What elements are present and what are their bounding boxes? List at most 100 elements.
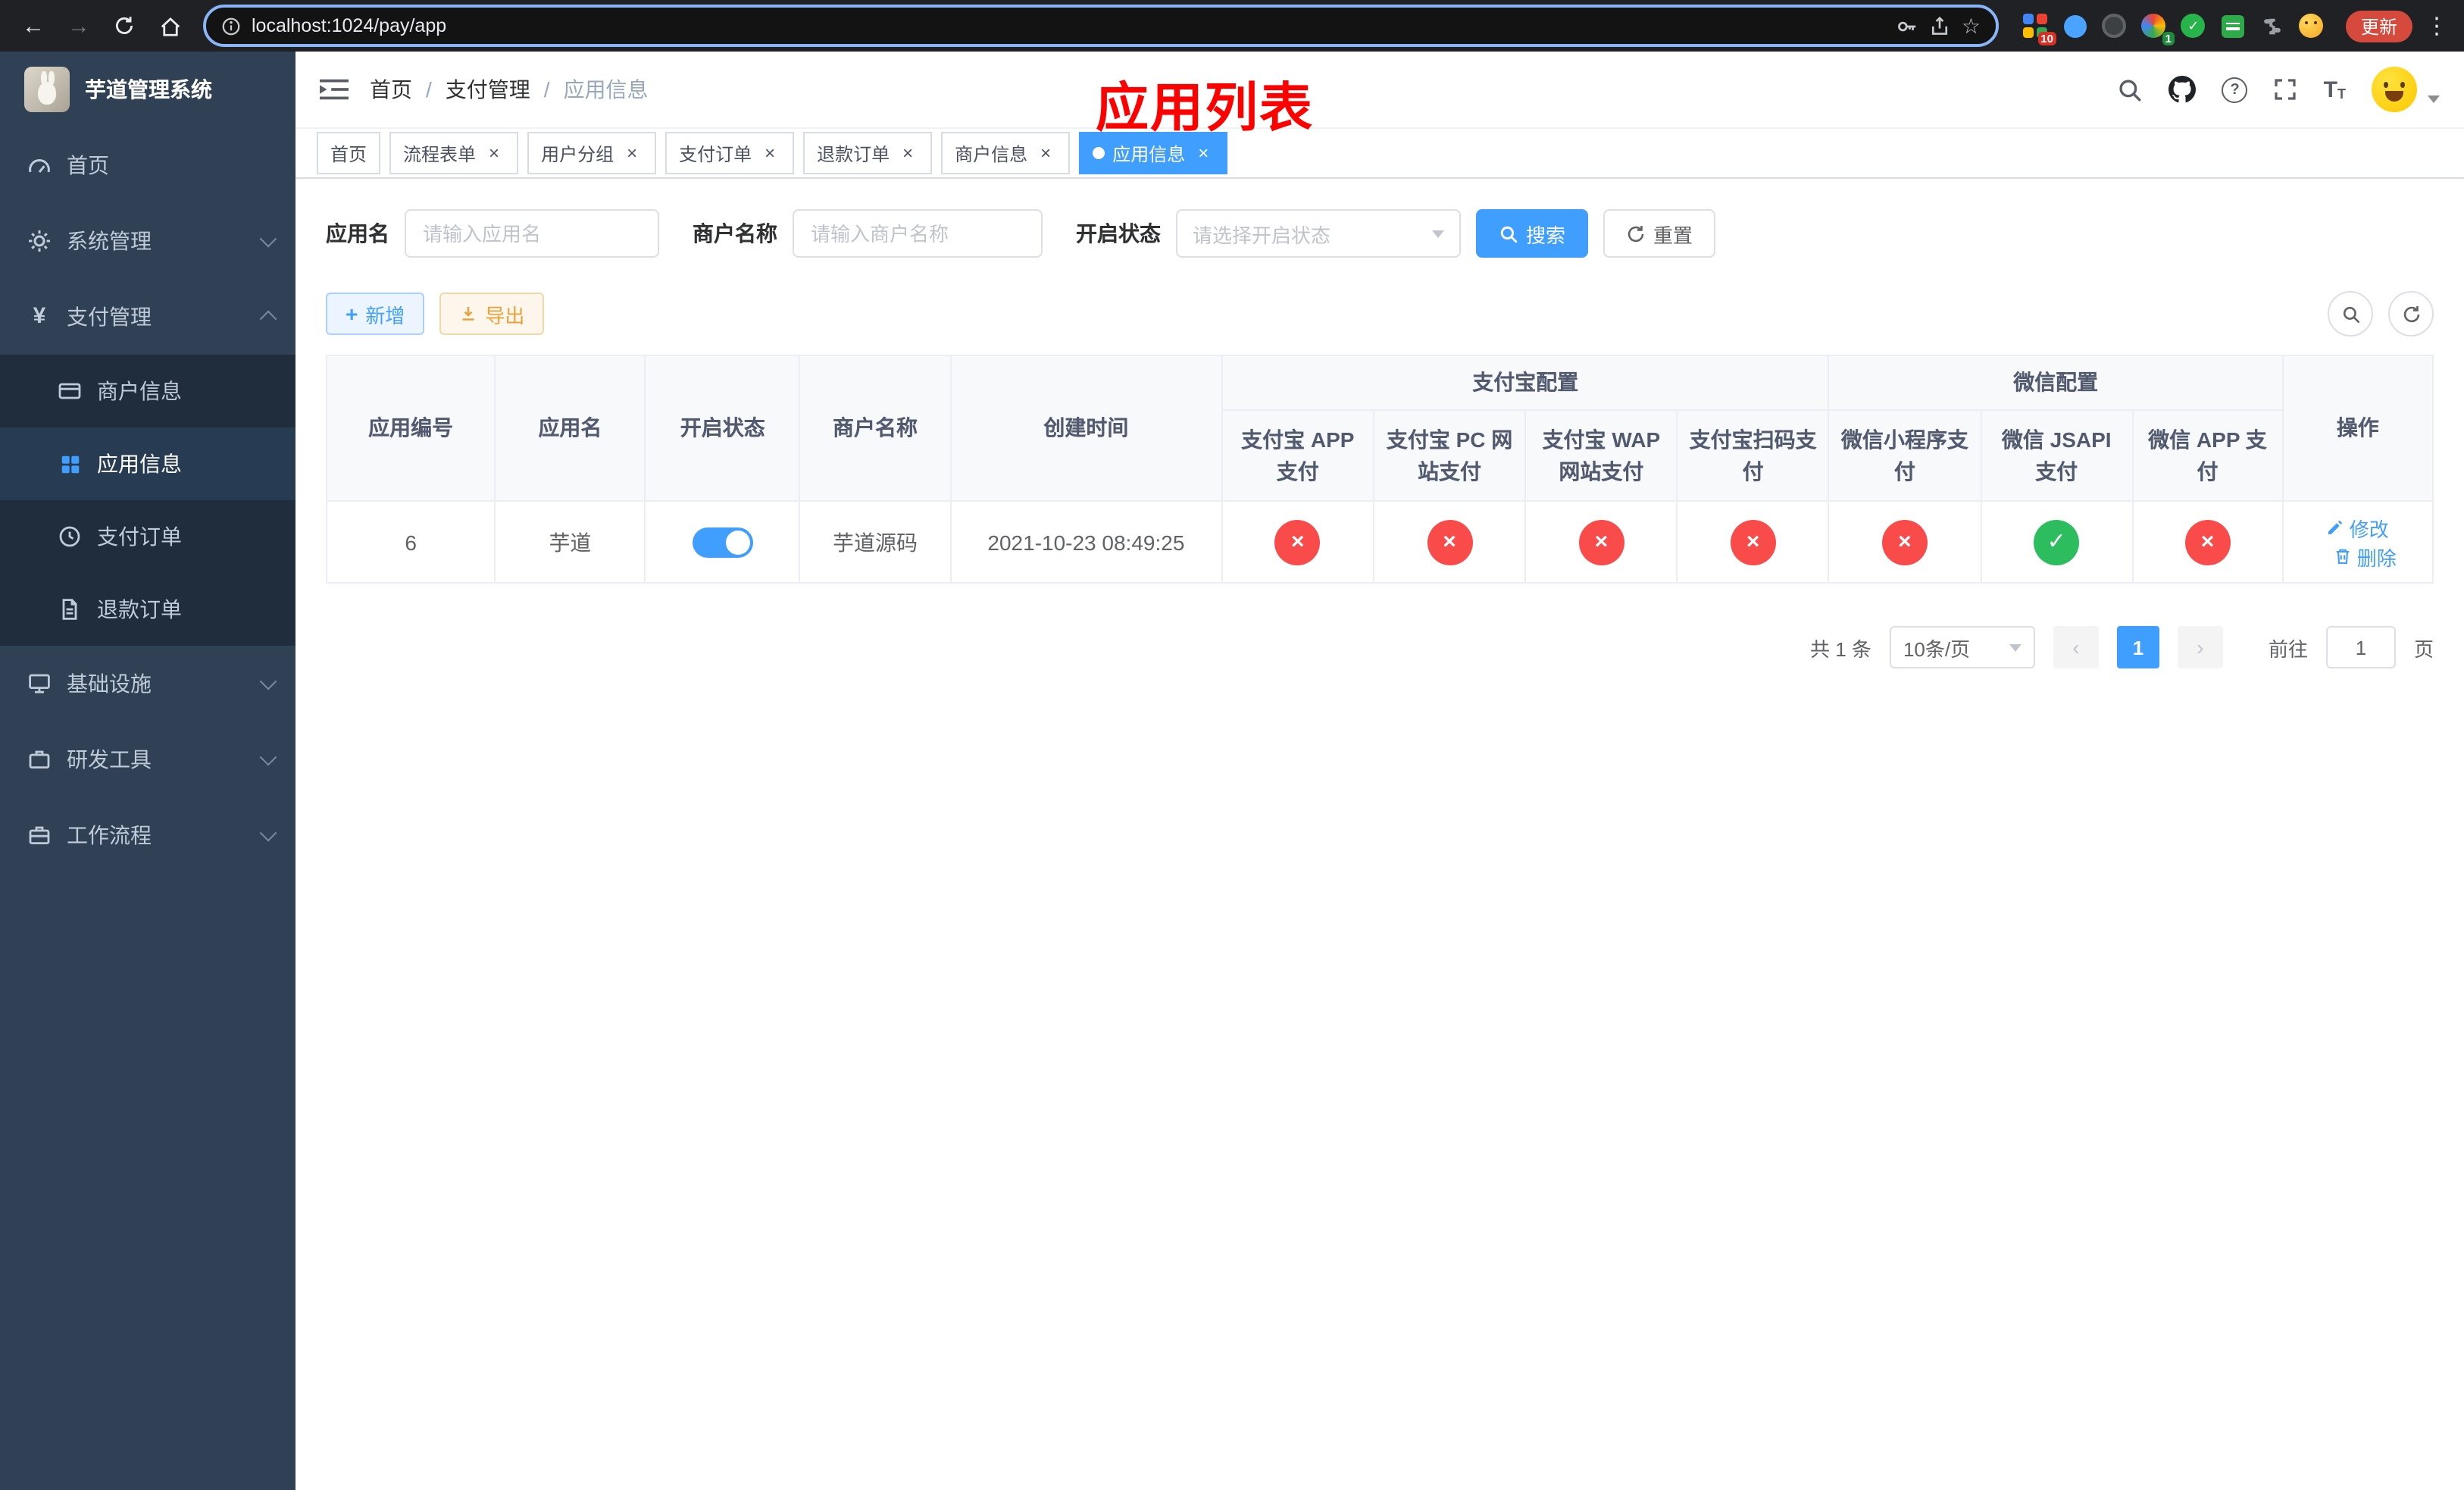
extension-avatar-icon[interactable]: 1 (2141, 13, 2175, 45)
help-icon[interactable]: ? (2222, 77, 2248, 102)
next-page-button[interactable]: › (2177, 626, 2223, 668)
bookmark-star-icon[interactable]: ☆ (1962, 13, 1981, 39)
fullscreen-icon[interactable] (2274, 77, 2298, 102)
home-icon (160, 16, 180, 36)
col-header-app-id: 应用编号 (325, 355, 496, 502)
cell-alipay-qr: × (1676, 500, 1830, 584)
status-check-icon: ✓ (2034, 519, 2080, 565)
extension-dark-icon[interactable] (2102, 13, 2128, 39)
sidebar-collapse-button[interactable] (320, 77, 349, 102)
tab-process-form[interactable]: 流程表单 × (389, 132, 519, 174)
merchant-name-input[interactable] (793, 209, 1043, 258)
sidebar: 芋道管理系统 首页 系统管理 ¥ 支付管理 商户信息 应用信息 支付订单 退款订… (0, 52, 295, 1490)
tab-close-icon[interactable]: × (759, 142, 780, 164)
goto-page-input[interactable] (2325, 626, 2396, 668)
tab-merchant-info[interactable]: 商户信息 × (941, 132, 1071, 174)
page-size-select[interactable]: 10条/页 (1889, 626, 2035, 668)
page-number-button[interactable]: 1 (2116, 626, 2159, 668)
status-cross-icon: × (2184, 519, 2231, 565)
toolbox-icon (27, 747, 52, 772)
col-header-alipay-wap: 支付宝 WAP 网站支付 (1524, 409, 1678, 502)
cell-status (644, 500, 801, 584)
breadcrumb-payment[interactable]: 支付管理 (446, 74, 530, 105)
status-cross-icon: × (1881, 519, 1928, 565)
tab-close-icon[interactable]: × (483, 142, 505, 164)
tab-close-icon[interactable]: × (621, 142, 643, 164)
status-select[interactable]: 请选择开启状态 (1176, 209, 1461, 258)
export-button[interactable]: 导出 (439, 293, 545, 335)
cell-alipay-wap: × (1524, 500, 1678, 584)
extension-blue-icon[interactable] (2062, 13, 2088, 39)
sidebar-item-system[interactable]: 系统管理 (0, 203, 295, 279)
sidebar-subitem-pay-order[interactable]: 支付订单 (0, 500, 295, 573)
status-toggle[interactable] (692, 527, 753, 557)
tab-user-group[interactable]: 用户分组 × (527, 132, 657, 174)
extension-green-check-icon[interactable]: ✓ (2181, 13, 2206, 39)
toggle-search-button[interactable] (2328, 291, 2373, 337)
sidebar-subitem-label: 应用信息 (97, 452, 182, 476)
extension-face-icon[interactable] (2299, 13, 2325, 39)
sidebar-item-label: 支付管理 (67, 305, 152, 329)
search-icon (2342, 305, 2359, 323)
browser-forward-button[interactable]: → (58, 5, 100, 47)
browser-back-button[interactable]: ← (12, 5, 55, 47)
tab-close-icon[interactable]: × (1035, 142, 1056, 164)
user-avatar[interactable] (2372, 67, 2417, 112)
tab-label: 应用信息 (1112, 143, 1186, 164)
app-name-input[interactable] (405, 209, 659, 258)
browser-home-button[interactable] (149, 5, 191, 47)
col-header-alipay-app: 支付宝 APP 支付 (1221, 409, 1374, 502)
reload-icon (115, 17, 133, 34)
page-info-icon[interactable] (221, 16, 241, 36)
sidebar-item-home[interactable]: 首页 (0, 127, 295, 203)
edit-link[interactable]: 修改 (2327, 513, 2389, 542)
browser-update-button[interactable]: 更新 (2345, 10, 2412, 42)
tags-view-bar: 首页 流程表单 × 用户分组 × 支付订单 × 退款订单 × 商户信息 × 应用… (295, 127, 2464, 179)
sidebar-subitem-refund-order[interactable]: 退款订单 (0, 573, 295, 646)
sidebar-subitem-app-info[interactable]: 应用信息 (0, 427, 295, 500)
tab-close-icon[interactable]: × (897, 142, 918, 164)
reset-button[interactable]: 重置 (1603, 209, 1716, 258)
github-icon[interactable] (2169, 76, 2197, 103)
export-button-label: 导出 (485, 304, 525, 327)
password-key-icon[interactable] (1896, 14, 1919, 37)
browser-reload-button[interactable] (103, 5, 145, 47)
tab-home[interactable]: 首页 (317, 132, 381, 174)
tab-app-info[interactable]: 应用信息 × (1079, 132, 1228, 174)
search-button[interactable]: 搜索 (1476, 209, 1589, 258)
page-unit-label: 页 (2413, 637, 2434, 660)
sidebar-logo[interactable]: 芋道管理系统 (0, 52, 295, 127)
sidebar-item-dev-tools[interactable]: 研发工具 (0, 722, 295, 797)
delete-link[interactable]: 删除 (2334, 542, 2397, 571)
edit-link-label: 修改 (2349, 518, 2389, 540)
cell-alipay-pc: × (1372, 500, 1527, 584)
prev-page-button[interactable]: ‹ (2053, 626, 2099, 668)
extensions-puzzle-icon[interactable] (2259, 13, 2285, 39)
tab-close-icon[interactable]: × (1193, 142, 1214, 164)
add-button[interactable]: + 新增 (326, 293, 425, 335)
refresh-table-button[interactable] (2388, 291, 2434, 337)
tab-label: 商户信息 (955, 143, 1028, 164)
chevron-down-icon (259, 672, 277, 690)
extension-grid-icon[interactable]: 10 (2023, 13, 2056, 45)
sidebar-subitem-merchant-info[interactable]: 商户信息 (0, 355, 295, 427)
address-bar[interactable]: localhost:1024/pay/app ☆ (203, 5, 1999, 47)
tab-refund-order[interactable]: 退款订单 × (803, 132, 933, 174)
refresh-icon (2403, 305, 2419, 322)
sidebar-item-workflow[interactable]: 工作流程 (0, 797, 295, 873)
search-icon[interactable] (2118, 77, 2143, 102)
col-header-wx-jsapi: 微信 JSAPI 支付 (1980, 409, 2134, 502)
sidebar-item-infrastructure[interactable]: 基础设施 (0, 646, 295, 722)
chevron-down-icon (2009, 643, 2022, 651)
app-frame: 芋道管理系统 首页 系统管理 ¥ 支付管理 商户信息 应用信息 支付订单 退款订… (0, 52, 2464, 1490)
breadcrumb-home[interactable]: 首页 (370, 74, 412, 105)
cell-actions: 修改 删除 (2281, 500, 2434, 584)
font-size-icon[interactable]: TT (2324, 78, 2346, 101)
share-icon[interactable] (1930, 15, 1951, 36)
extension-green-book-icon[interactable] (2220, 13, 2246, 39)
sidebar-item-payment[interactable]: ¥ 支付管理 (0, 279, 295, 355)
cell-app-name: 芋道 (494, 500, 646, 584)
browser-menu-icon[interactable]: ⋮ (2422, 5, 2452, 47)
extensions-cluster: 10 1 ✓ (2023, 13, 2325, 45)
tab-pay-order[interactable]: 支付订单 × (665, 132, 795, 174)
